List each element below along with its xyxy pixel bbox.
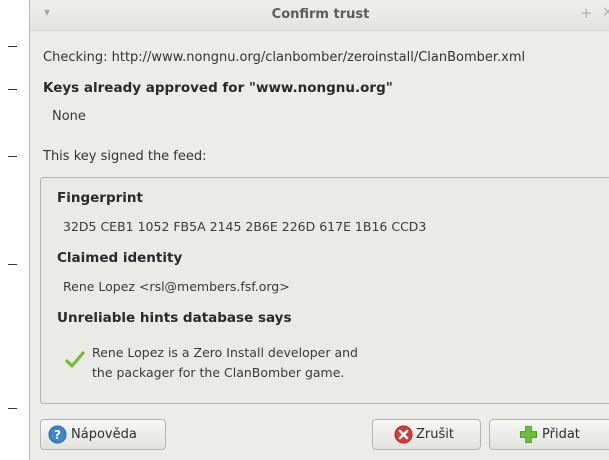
margin-tick: [8, 46, 17, 47]
checking-url-text: Checking: http://www.nongnu.org/clanbomb…: [43, 50, 526, 65]
key-details-panel: Fingerprint 32D5 CEB1 1052 FB5A 2145 2B6…: [40, 177, 609, 404]
checkmark-icon: [65, 351, 85, 368]
margin-tick: [8, 89, 17, 90]
hints-text: Rene Lopez is a Zero Install developer a…: [92, 343, 358, 383]
close-icon[interactable]: ×: [602, 4, 609, 20]
margin-ticks: [0, 0, 28, 460]
fingerprint-value: 32D5 CEB1 1052 FB5A 2145 2B6E 226D 617E …: [63, 219, 427, 234]
add-button[interactable]: Přidat: [489, 419, 609, 450]
add-icon: [519, 425, 538, 444]
hints-heading: Unreliable hints database says: [57, 310, 292, 326]
svg-text:?: ?: [54, 428, 61, 442]
cancel-button[interactable]: Zrušit: [372, 419, 481, 450]
add-button-label: Přidat: [542, 427, 580, 442]
confirm-trust-dialog: ▾ Confirm trust + × Checking: http://www…: [29, 0, 609, 460]
maximize-icon[interactable]: +: [580, 4, 593, 22]
hints-line-1: Rene Lopez is a Zero Install developer a…: [92, 345, 358, 360]
help-button[interactable]: ? Nápověda: [40, 419, 166, 450]
margin-tick: [8, 408, 17, 409]
approved-keys-value: None: [52, 109, 86, 124]
help-icon: ?: [48, 425, 67, 444]
claimed-identity-heading: Claimed identity: [57, 250, 183, 266]
cancel-icon: [394, 425, 413, 444]
signed-feed-label: This key signed the feed:: [43, 149, 207, 164]
margin-tick: [8, 264, 17, 265]
approved-keys-heading: Keys already approved for "www.nongnu.or…: [43, 80, 393, 96]
fingerprint-heading: Fingerprint: [57, 190, 143, 206]
hints-line-2: the packager for the ClanBomber game.: [92, 365, 345, 380]
help-button-label: Nápověda: [71, 427, 137, 442]
claimed-identity-value: Rene Lopez <rsl@members.fsf.org>: [63, 279, 290, 294]
margin-tick: [8, 156, 17, 157]
cancel-button-label: Zrušit: [416, 427, 454, 442]
title-bar[interactable]: ▾ Confirm trust + ×: [30, 0, 609, 31]
window-title: Confirm trust: [271, 7, 370, 22]
